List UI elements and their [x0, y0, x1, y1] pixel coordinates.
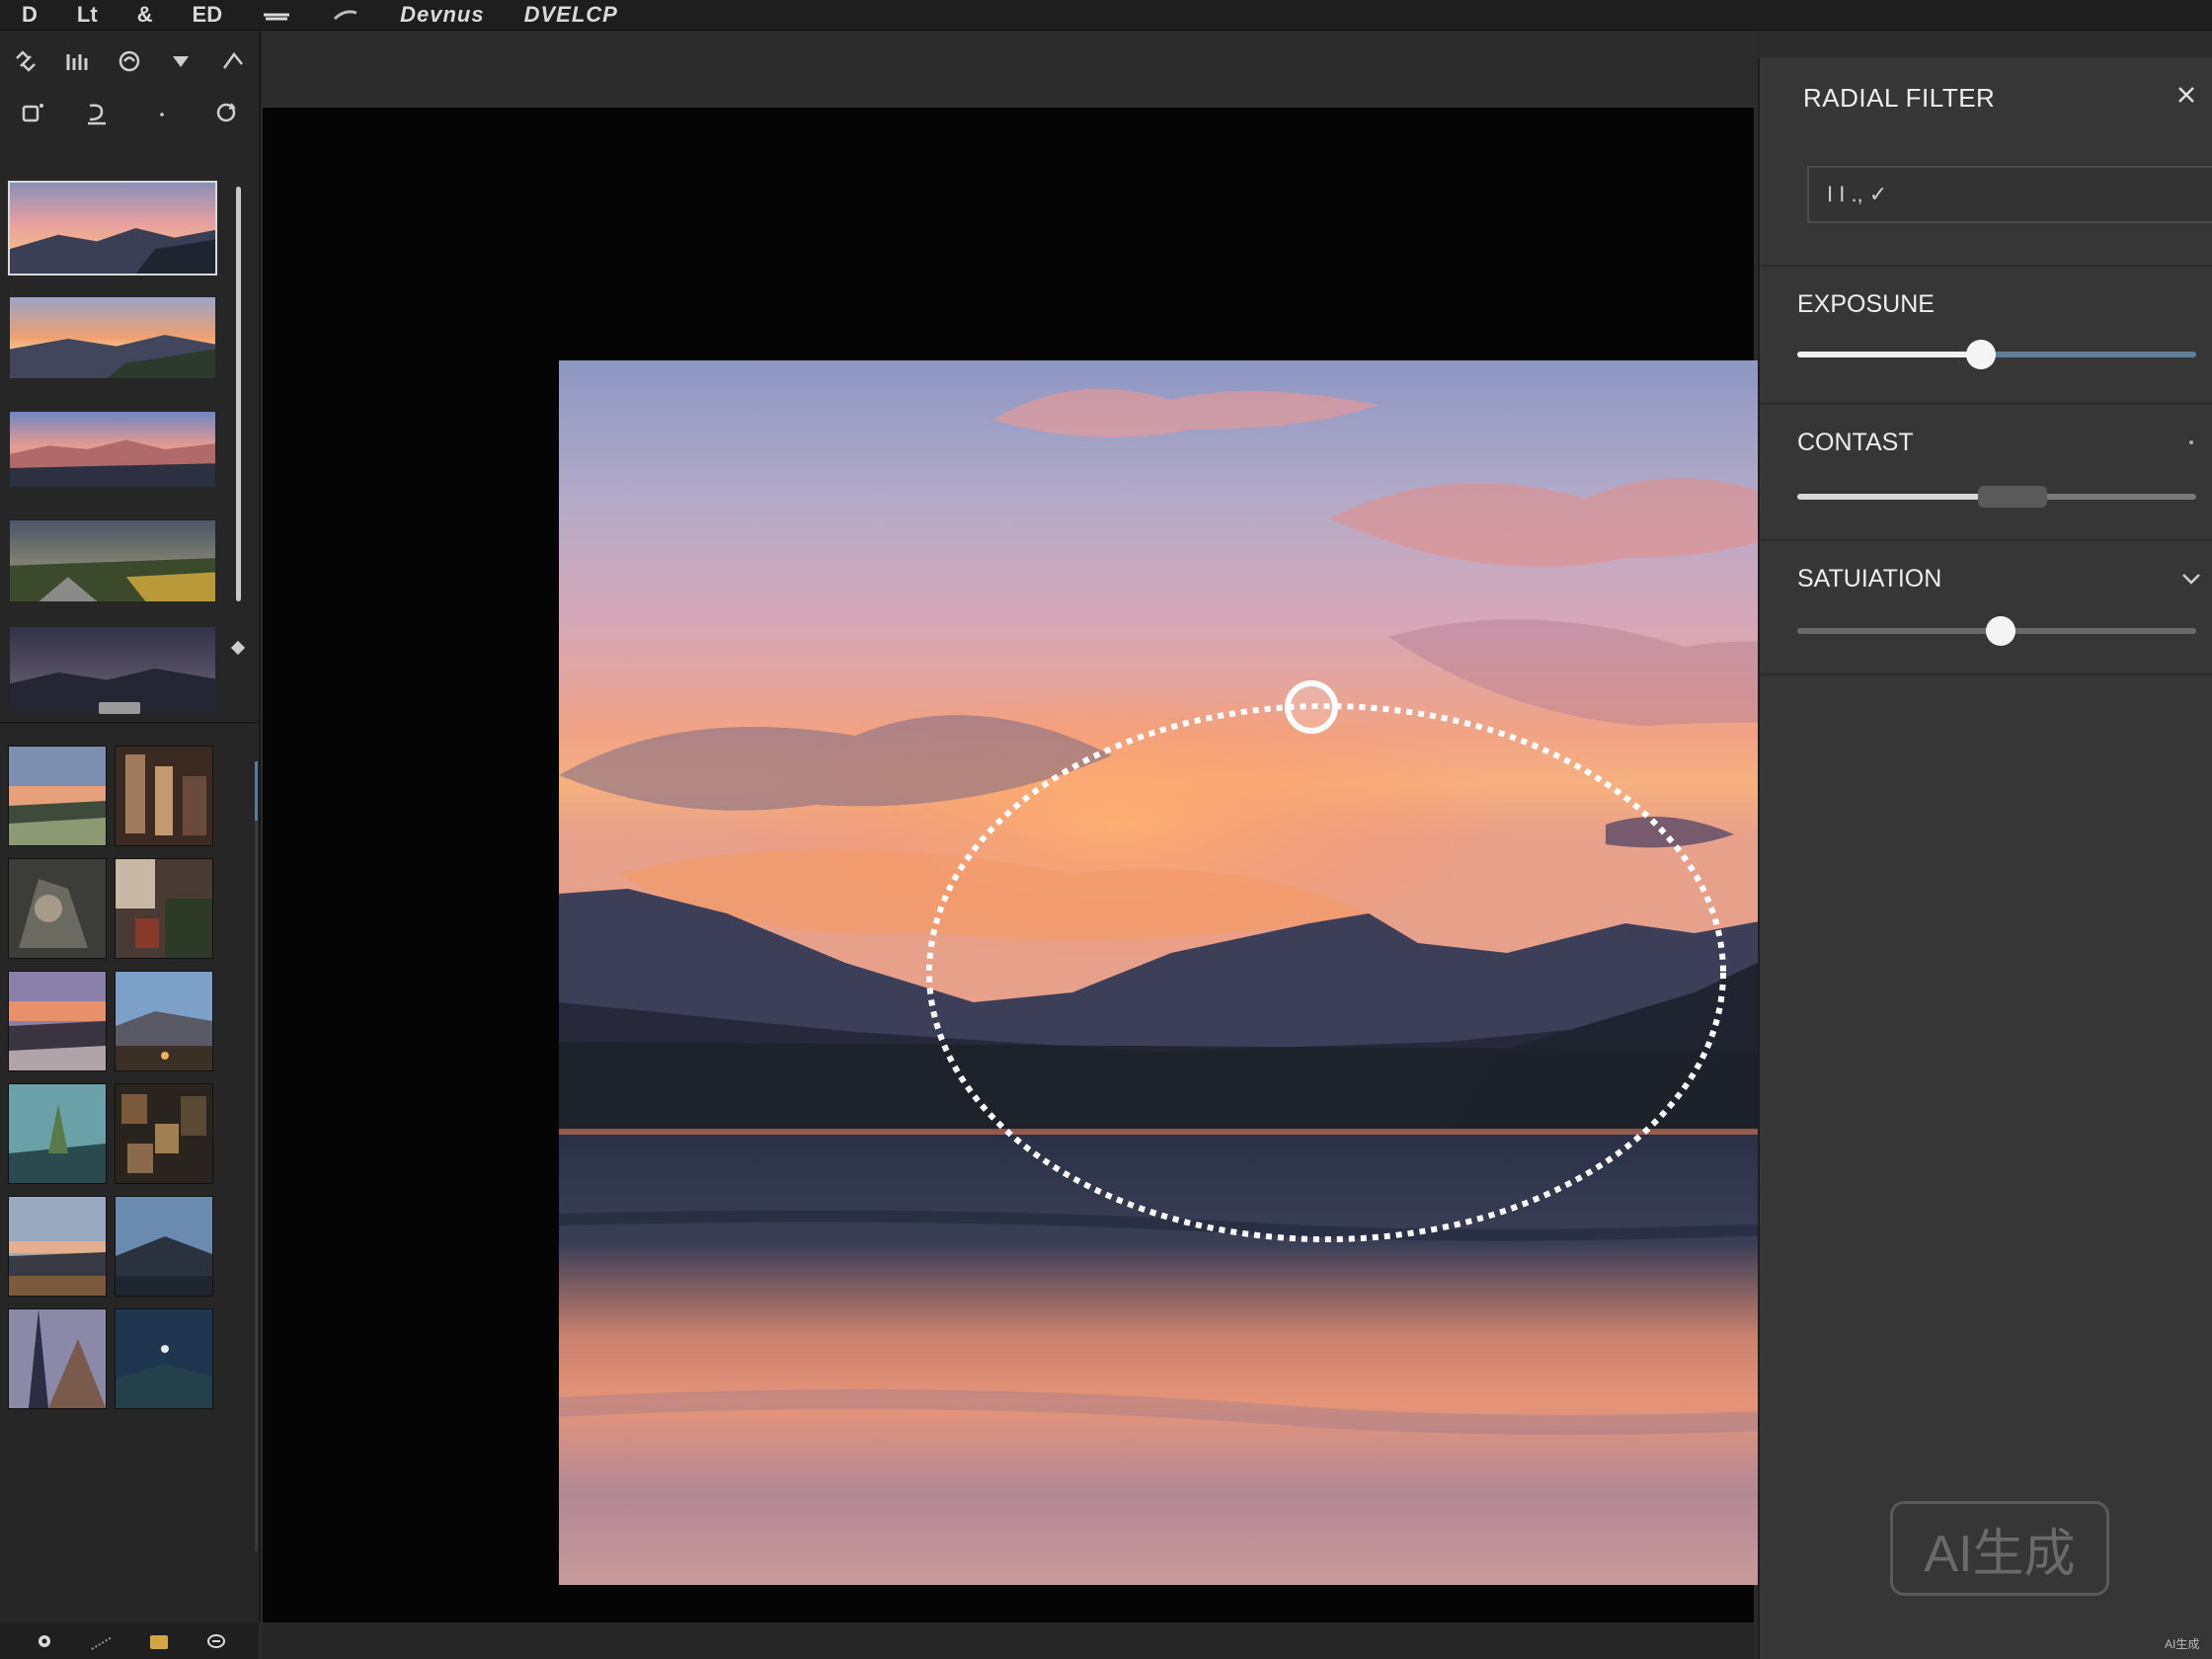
chevron-down-icon[interactable] [2180, 571, 2202, 587]
filmstrip-thumb[interactable] [8, 295, 217, 380]
grid-thumb[interactable] [8, 971, 107, 1071]
canvas-footer [263, 1622, 1754, 1659]
saturation-section: SATUIATION [1760, 541, 2212, 675]
saturation-slider[interactable] [1797, 616, 2196, 646]
panel-title: RADIAL FILTER [1803, 83, 1996, 113]
grid-thumb[interactable] [115, 1196, 213, 1297]
saturation-label: SATUIATION [1797, 565, 1942, 592]
adjustments-panel: RADIAL FILTER I I ., ✓ EXPOSUNE CONTAST [1758, 57, 2212, 1659]
dot-icon [2180, 434, 2202, 450]
grid-thumb[interactable] [115, 746, 213, 846]
filmstrip-thumb[interactable] [8, 181, 217, 276]
spray-icon[interactable] [89, 1628, 115, 1654]
close-icon[interactable] [2174, 83, 2198, 107]
canvas-toolbar-area [263, 31, 1754, 108]
dot-icon[interactable] [142, 93, 182, 132]
chat-icon[interactable] [203, 1628, 229, 1654]
exposure-slider[interactable] [1797, 340, 2196, 369]
photo-editor-app: D Lt & ED Devnus DVELCP RADIAL FILTER I … [0, 0, 2212, 1659]
grid-scrollbar[interactable] [255, 761, 258, 1551]
left-panel [0, 31, 261, 1622]
menu-item-1[interactable]: D [22, 0, 38, 30]
grid-thumb[interactable] [115, 1308, 213, 1409]
exposure-label: EXPOSUNE [1797, 290, 1935, 318]
filmstrip-thumb[interactable] [8, 625, 217, 714]
contrast-slider[interactable] [1797, 482, 2196, 512]
exposure-slider-knob[interactable] [1965, 340, 1996, 369]
grid-thumb[interactable] [8, 1196, 107, 1297]
bottom-toolbar [0, 1622, 259, 1659]
tool-row-2 [0, 88, 259, 137]
menu-bar: D Lt & ED Devnus DVELCP [0, 0, 2212, 31]
filmstrip-thumb[interactable] [8, 410, 217, 489]
menu-item-3[interactable]: & [137, 0, 153, 30]
grid-thumb[interactable] [8, 746, 107, 846]
radial-filter-header: RADIAL FILTER I I ., ✓ [1760, 57, 2212, 267]
triangle-down-icon[interactable] [161, 41, 200, 81]
filmstrip-scrollbar[interactable] [230, 149, 246, 656]
pen-icon[interactable] [213, 41, 253, 81]
crop-icon[interactable] [13, 93, 52, 132]
scroll-marker-icon [230, 640, 246, 656]
columns-icon[interactable] [58, 41, 98, 81]
filmstrip-thumb[interactable] [8, 518, 217, 603]
swirl-icon[interactable] [110, 41, 149, 81]
contrast-slider-knob[interactable] [1978, 486, 2048, 508]
contrast-label: CONTAST [1797, 429, 1914, 456]
exposure-section: EXPOSUNE [1760, 267, 2212, 405]
grid-thumb[interactable] [8, 858, 107, 959]
brush-icon[interactable] [77, 93, 117, 132]
filmstrip-scroll-thumb[interactable] [236, 187, 241, 601]
ai-generated-label: AI生成 [2165, 1637, 2200, 1651]
image-canvas[interactable] [263, 108, 1979, 1622]
rotate-icon[interactable] [206, 93, 246, 132]
tool-row-1 [0, 37, 259, 86]
panel-divider [0, 722, 259, 724]
menu-item-2[interactable]: Lt [77, 0, 98, 30]
link-icon[interactable] [6, 41, 45, 81]
menu-dash-icon[interactable] [262, 0, 291, 30]
thumbnail-grid [8, 746, 221, 1409]
folder-icon[interactable] [146, 1628, 172, 1654]
preset-dropdown[interactable]: I I ., ✓ [1807, 166, 2212, 223]
filmstrip [8, 149, 221, 722]
ai-generated-watermark: AI生成 [1890, 1501, 2109, 1596]
menu-item-4[interactable]: ED [193, 0, 223, 30]
menu-item-develop[interactable]: Devnus [400, 0, 484, 30]
panel-resize-handle[interactable] [99, 702, 140, 714]
grid-thumb[interactable] [115, 858, 213, 959]
contrast-section: CONTAST [1760, 405, 2212, 541]
saturation-slider-knob[interactable] [1986, 616, 2016, 646]
menu-item-dvelcp[interactable]: DVELCP [524, 0, 618, 30]
color-picker-icon[interactable] [32, 1628, 57, 1654]
grid-thumb[interactable] [115, 1083, 213, 1184]
grid-thumb[interactable] [8, 1308, 107, 1409]
grid-thumb[interactable] [115, 971, 213, 1071]
grid-thumb[interactable] [8, 1083, 107, 1184]
menu-brush-icon[interactable] [331, 0, 360, 30]
